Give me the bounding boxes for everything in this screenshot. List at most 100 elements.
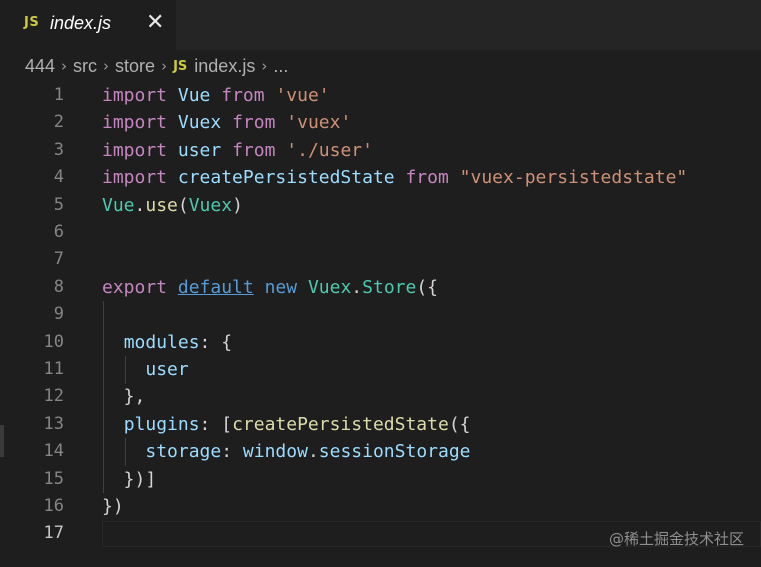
code-token: Store (362, 276, 417, 298)
code-token: : [ (199, 413, 233, 435)
line-number: 2 (53, 112, 64, 133)
close-icon[interactable]: ✕ (146, 11, 164, 35)
line-number: 10 (43, 331, 64, 352)
code-token: storage (145, 441, 222, 463)
code-line[interactable]: 16}) (0, 493, 761, 520)
line-number: 3 (53, 139, 64, 160)
code-text: }) (102, 493, 124, 520)
code-line[interactable]: 9 (0, 301, 761, 328)
chevron-right-icon: › (161, 57, 168, 75)
code-token: user (177, 139, 222, 161)
code-line[interactable]: 14 storage: window.sessionStorage (0, 438, 761, 465)
chevron-right-icon: › (61, 57, 68, 75)
code-text: import user from './user' (102, 137, 373, 164)
code-token: './user' (286, 139, 373, 161)
code-token: Vue (177, 85, 211, 106)
code-line[interactable]: 6 (0, 219, 761, 246)
code-line[interactable]: 10 modules: { (0, 329, 761, 356)
code-line[interactable]: 1 import Vue from 'vue' (0, 82, 761, 109)
code-text: plugins: [createPersistedState({ (102, 411, 471, 438)
code-token: : (221, 441, 243, 463)
code-line[interactable]: 8 export default new Vuex.Store({ (0, 274, 761, 301)
code-line[interactable]: 4 import createPersistedState from "vuex-… (0, 164, 761, 191)
code-token: . (351, 276, 363, 298)
code-line[interactable]: 15 })] (0, 466, 761, 493)
line-number: 14 (43, 441, 64, 462)
line-number: 15 (43, 468, 64, 489)
code-token: : { (199, 331, 233, 353)
code-token: from (232, 112, 276, 134)
code-token: sessionStorage (318, 441, 471, 463)
code-line[interactable]: 5 Vue.use(Vuex) (0, 192, 761, 219)
code-token: user (145, 359, 189, 380)
breadcrumb-item-444[interactable]: 444 (25, 56, 55, 77)
code-token: createPersistedState (177, 167, 395, 189)
line-number: 5 (53, 194, 64, 215)
line-number: 11 (43, 359, 64, 379)
code-text: storage: window.sessionStorage (102, 438, 471, 465)
tab-label: index.js (50, 13, 112, 33)
code-line[interactable]: 13 plugins: [createPersistedState({ (0, 411, 761, 438)
code-token: }, (102, 386, 146, 408)
code-text: }, (102, 383, 146, 410)
code-token: plugins (123, 413, 200, 435)
line-number: 7 (53, 249, 64, 270)
line-number: 16 (43, 496, 64, 516)
code-token: 'vuex' (286, 112, 352, 134)
line-number: 12 (43, 386, 64, 407)
code-line[interactable]: 3 import user from './user' (0, 137, 761, 164)
line-number: 4 (53, 167, 64, 188)
line-number: 9 (53, 304, 64, 325)
code-token: from (232, 139, 276, 161)
code-text: export default new Vuex.Store({ (102, 274, 438, 301)
code-text: user (102, 356, 189, 383)
code-token: use (145, 194, 178, 216)
code-token: ) (232, 194, 243, 216)
code-token: ({ (416, 276, 439, 298)
code-token: from (221, 85, 265, 106)
code-token: window (242, 441, 308, 463)
code-text: import Vuex from 'vuex' (102, 109, 351, 136)
code-token: modules (123, 331, 200, 353)
code-token: import (102, 112, 168, 134)
code-line[interactable]: 2 import Vuex from 'vuex' (0, 109, 761, 136)
breadcrumb-item-src[interactable]: src (73, 56, 97, 77)
breadcrumb-more[interactable]: ... (273, 56, 288, 77)
breadcrumb: 444 › src › store › JS index.js › ... (0, 50, 761, 82)
code-editor[interactable]: 1 import Vue from 'vue' 2 import Vuex from … (0, 82, 761, 567)
line-number: 1 (53, 85, 64, 105)
watermark: @稀土掘金技术社区 (608, 530, 744, 548)
tab-index-js[interactable]: JS index.js ✕ (0, 0, 176, 50)
code-token: import (102, 167, 168, 189)
code-token: Vue (102, 194, 135, 216)
code-text: modules: { (102, 329, 232, 356)
code-token: new (264, 276, 298, 298)
code-token: "vuex-persistedstate" (459, 167, 688, 189)
breadcrumb-item-file[interactable]: index.js (194, 56, 255, 77)
code-token: createPersistedState (232, 413, 449, 435)
code-line[interactable]: 11 user (0, 356, 761, 383)
chevron-right-icon: › (103, 57, 110, 75)
code-token: . (134, 194, 146, 216)
code-token: })] (102, 468, 157, 490)
code-line[interactable]: 12 }, (0, 383, 761, 410)
breadcrumb-item-store[interactable]: store (115, 56, 155, 77)
code-token: ( (177, 194, 189, 216)
code-token: import (102, 139, 168, 161)
line-number: 8 (53, 276, 64, 297)
code-line[interactable]: 7 (0, 246, 761, 273)
javascript-file-icon: JS (173, 58, 188, 74)
code-token: }) (102, 496, 124, 517)
code-token: export (102, 276, 168, 298)
line-number: 6 (53, 222, 64, 242)
code-text: import Vue from 'vue' (102, 82, 330, 109)
